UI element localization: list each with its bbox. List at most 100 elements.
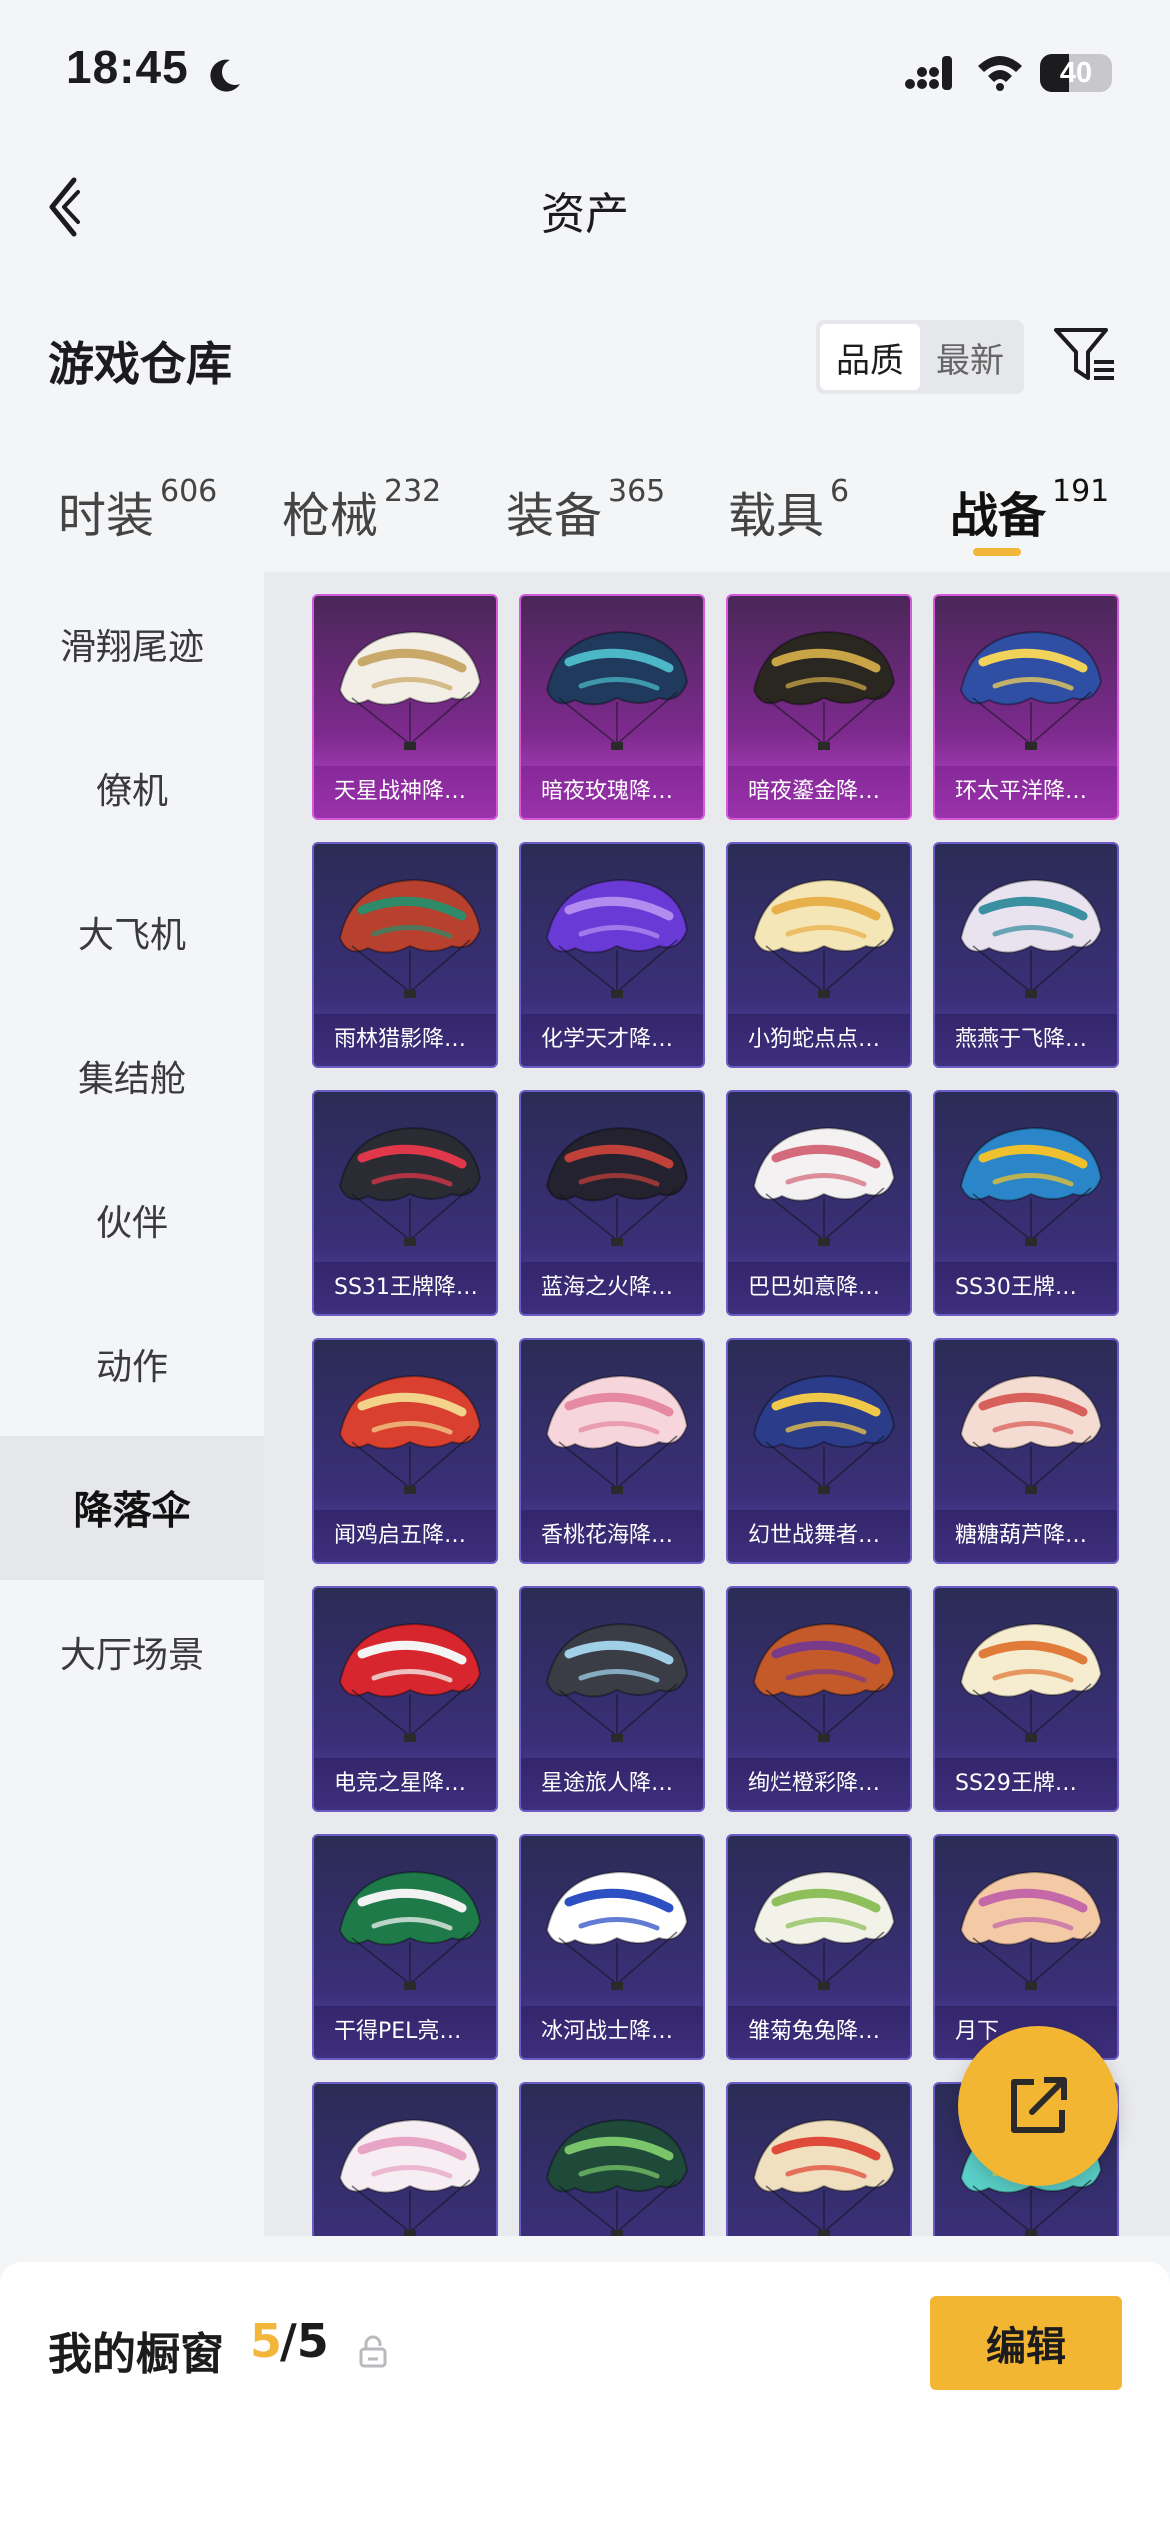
sidebar-item-companion[interactable]: 伙伴 (0, 1148, 264, 1292)
parachute-card[interactable]: 暗夜鎏金降… (726, 594, 912, 820)
share-icon (1011, 2077, 1067, 2133)
status-bar: 18:45 40 (0, 0, 1170, 150)
signal-icon (905, 56, 952, 90)
parachute-card-label: 燕燕于飞降… (935, 1014, 1117, 1066)
parachute-image (338, 630, 482, 750)
parachute-card[interactable]: 闻鸡启五降… (312, 1338, 498, 1564)
battery-level-text: 40 (1059, 57, 1093, 89)
parachute-card[interactable]: 干得PEL亮… (312, 1834, 498, 2060)
parachute-card-label: SS29王牌… (935, 1758, 1117, 1810)
sidebar-item-assembly-pod[interactable]: 集结舱 (0, 1004, 264, 1148)
lock-icon (359, 2335, 387, 2368)
tab-count: 191 (1052, 474, 1110, 509)
sidebar-item-lobby-scene[interactable]: 大厅场景 (0, 1580, 264, 1724)
parachute-card-label: 干得PEL亮… (314, 2006, 496, 2058)
parachute-card[interactable] (726, 2082, 912, 2236)
parachute-card[interactable] (519, 2082, 705, 2236)
parachute-image (545, 630, 689, 750)
status-time: 18:45 (66, 41, 189, 93)
parachute-image (752, 1374, 896, 1494)
category-tabs: 时装 606 枪械 232 装备 365 载具 6 战备 191 (0, 462, 1170, 562)
parachute-image (959, 1622, 1103, 1742)
parachute-card[interactable]: 蓝海之火降… (519, 1090, 705, 1316)
showcase-count: 5 (250, 2314, 283, 2368)
parachute-card-label: SS30王牌… (935, 1262, 1117, 1314)
parachute-image (545, 878, 689, 998)
active-tab-indicator (973, 548, 1021, 556)
tab-label: 装备 (506, 488, 603, 544)
parachute-card[interactable]: 小狗蛇点点… (726, 842, 912, 1068)
edit-button[interactable]: 编辑 (930, 2296, 1122, 2390)
parachute-image (959, 1870, 1103, 1990)
tab-battle-gear[interactable]: 战备 191 (950, 462, 1120, 562)
parachute-card[interactable]: 绚烂橙彩降… (726, 1586, 912, 1812)
parachute-card[interactable]: 雨林猎影降… (312, 842, 498, 1068)
sort-quality-option[interactable]: 品质 (820, 324, 920, 390)
sidebar-item-emote[interactable]: 动作 (0, 1292, 264, 1436)
parachute-card-label: 闻鸡启五降… (314, 1510, 496, 1562)
parachute-card-label: 冰河战士降… (521, 2006, 703, 2058)
parachute-image (545, 2118, 689, 2236)
subcategory-sidebar: 滑翔尾迹 僚机 大飞机 集结舱 伙伴 动作 降落伞 大厅场景 (0, 572, 264, 2236)
parachute-card[interactable]: SS31王牌降… (312, 1090, 498, 1316)
parachute-card[interactable]: 电竞之星降… (312, 1586, 498, 1812)
parachute-card[interactable]: 化学天才降… (519, 842, 705, 1068)
parachute-image (545, 1870, 689, 1990)
filter-icon[interactable] (1052, 324, 1118, 386)
parachute-card[interactable]: 暗夜玫瑰降… (519, 594, 705, 820)
parachute-card-label: 电竞之星降… (314, 1758, 496, 1810)
parachute-card-label: 环太平洋降… (935, 766, 1117, 818)
share-button[interactable] (958, 2026, 1118, 2186)
parachute-card-label: 暗夜玫瑰降… (521, 766, 703, 818)
parachute-card-label: 蓝海之火降… (521, 1262, 703, 1314)
tab-count: 365 (608, 474, 666, 509)
tab-label: 枪械 (282, 488, 379, 544)
moon-icon (210, 59, 240, 92)
parachute-card-label: 绚烂橙彩降… (728, 1758, 910, 1810)
parachute-card-label: 星途旅人降… (521, 1758, 703, 1810)
parachute-card[interactable]: 雏菊兔兔降… (726, 1834, 912, 2060)
parachute-card[interactable]: 燕燕于飞降… (933, 842, 1119, 1068)
tab-equipment[interactable]: 装备 365 (506, 462, 676, 562)
parachute-image (338, 1870, 482, 1990)
sidebar-item-wingman[interactable]: 僚机 (0, 716, 264, 860)
parachute-card-label: 巴巴如意降… (728, 1262, 910, 1314)
parachute-image (752, 878, 896, 998)
tab-label: 战备 (950, 488, 1047, 544)
parachute-image (752, 2118, 896, 2236)
tab-vehicles[interactable]: 载具 6 (728, 462, 868, 562)
parachute-card[interactable]: 天星战神降… (312, 594, 498, 820)
parachute-card-label: 雏菊兔兔降… (728, 2006, 910, 2058)
parachute-card[interactable]: SS29王牌… (933, 1586, 1119, 1812)
parachute-card-label: 雨林猎影降… (314, 1014, 496, 1066)
parachute-image (338, 878, 482, 998)
parachute-image (545, 1622, 689, 1742)
tab-count: 606 (160, 474, 218, 509)
parachute-card[interactable]: 环太平洋降… (933, 594, 1119, 820)
wifi-icon (978, 56, 1022, 91)
parachute-card[interactable]: 幻世战舞者… (726, 1338, 912, 1564)
parachute-image (959, 878, 1103, 998)
tab-count: 232 (384, 474, 442, 509)
parachute-card[interactable]: SS30王牌… (933, 1090, 1119, 1316)
parachute-image (752, 630, 896, 750)
sidebar-item-glide-trail[interactable]: 滑翔尾迹 (0, 572, 264, 716)
parachute-card[interactable]: 香桃花海降… (519, 1338, 705, 1564)
sort-newest-option[interactable]: 最新 (920, 324, 1020, 390)
warehouse-heading: 游戏仓库 (48, 337, 232, 391)
sidebar-item-parachute[interactable]: 降落伞 (0, 1436, 264, 1580)
sidebar-item-airplane[interactable]: 大飞机 (0, 860, 264, 1004)
parachute-card-label: 暗夜鎏金降… (728, 766, 910, 818)
parachute-card[interactable]: 糖糖葫芦降… (933, 1338, 1119, 1564)
parachute-image (752, 1622, 896, 1742)
parachute-card-label: 幻世战舞者… (728, 1510, 910, 1562)
parachute-image (545, 1374, 689, 1494)
tab-fashion[interactable]: 时装 606 (58, 462, 228, 562)
parachute-card[interactable]: 冰河战士降… (519, 1834, 705, 2060)
parachute-card[interactable] (312, 2082, 498, 2236)
tab-count: 6 (830, 474, 850, 509)
parachute-card[interactable]: 星途旅人降… (519, 1586, 705, 1812)
parachute-card[interactable]: 巴巴如意降… (726, 1090, 912, 1316)
parachute-image (338, 1374, 482, 1494)
tab-firearms[interactable]: 枪械 232 (282, 462, 452, 562)
